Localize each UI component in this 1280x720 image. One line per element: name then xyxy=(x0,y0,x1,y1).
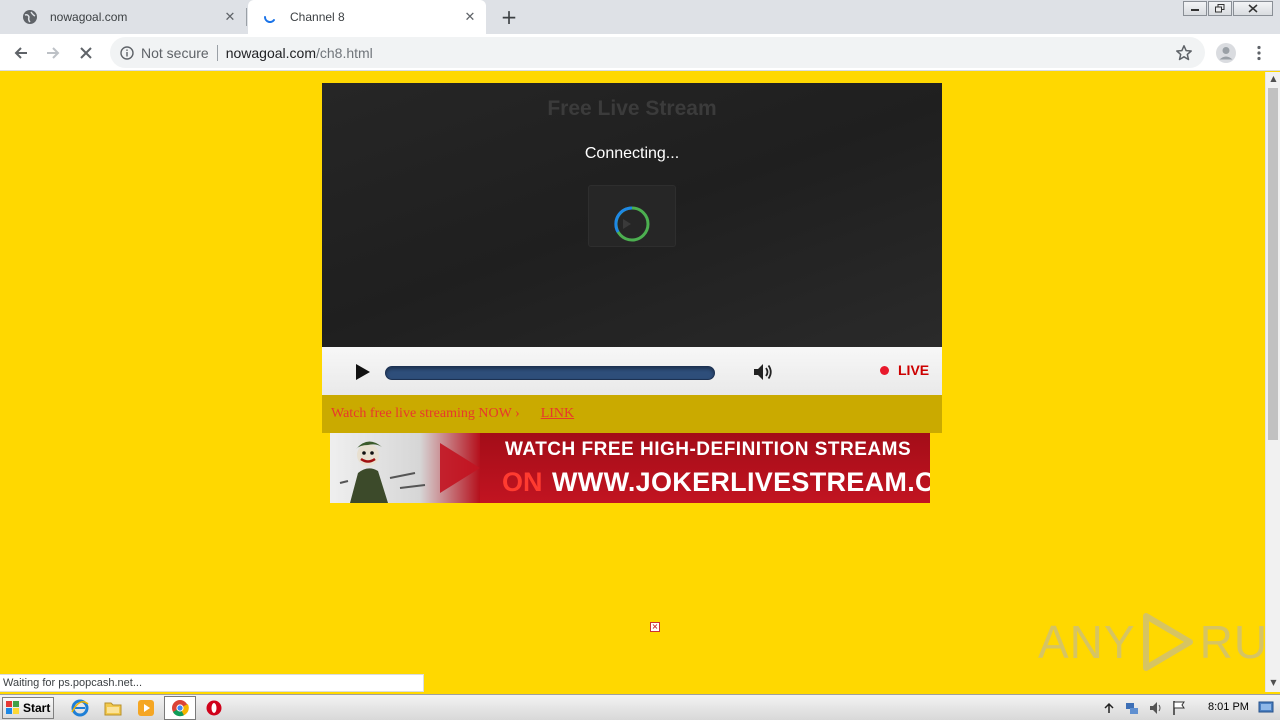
tab-separator xyxy=(246,8,247,26)
start-label: Start xyxy=(23,701,51,715)
page-content: Free Live Stream Connecting... LIVE Watc… xyxy=(0,72,1265,692)
player-title: Free Live Stream xyxy=(547,97,717,120)
stop-loading-button[interactable] xyxy=(73,40,99,66)
watermark-left: ANY xyxy=(1038,616,1136,668)
speaker-icon[interactable] xyxy=(1148,700,1164,716)
promo-bar: Watch free live streaming NOW › LINK xyxy=(322,395,942,433)
ad-banner[interactable]: WATCH FREE HIGH-DEFINITION STREAMS ON WW… xyxy=(330,433,930,503)
scroll-up-icon[interactable]: ▲ xyxy=(1269,75,1278,83)
loading-spinner-icon xyxy=(262,9,278,25)
minimize-icon xyxy=(1191,8,1199,11)
explorer-folder-icon[interactable] xyxy=(103,698,123,718)
url-path: /ch8.html xyxy=(315,44,373,61)
banner-on-text: ON xyxy=(502,467,543,497)
progress-bar[interactable] xyxy=(385,366,715,380)
broken-image-icon: × xyxy=(650,622,660,632)
tab-strip: nowagoal.com ✕ Channel 8 ✕ + xyxy=(0,0,1280,34)
windows-logo-icon xyxy=(6,701,19,714)
vertical-scrollbar[interactable]: ▲ ▼ xyxy=(1265,72,1280,692)
profile-avatar[interactable] xyxy=(1213,40,1239,66)
play-icon[interactable] xyxy=(354,363,372,381)
chrome-icon xyxy=(172,700,189,717)
close-window-button[interactable] xyxy=(1233,1,1273,16)
watermark-right: RUN xyxy=(1199,616,1265,668)
show-desktop-icon[interactable] xyxy=(1258,699,1274,715)
windows-taskbar: Start 8:01 PM xyxy=(0,694,1280,720)
network-icon[interactable] xyxy=(1124,700,1140,716)
anyrun-watermark: ANY RUN xyxy=(1038,610,1265,674)
back-button[interactable] xyxy=(8,40,34,66)
joker-figure-icon xyxy=(339,441,480,503)
tab-title: Channel 8 xyxy=(290,10,345,24)
tab-channel-8[interactable]: Channel 8 ✕ xyxy=(248,0,486,34)
banner-headline: WATCH FREE HIGH-DEFINITION STREAMS xyxy=(505,439,912,460)
live-label: LIVE xyxy=(898,362,930,378)
system-tray xyxy=(1104,697,1186,719)
video-player[interactable]: Free Live Stream Connecting... LIVE xyxy=(322,83,942,395)
avatar-icon xyxy=(1216,43,1236,63)
connection-status: Connecting... xyxy=(584,145,680,162)
show-hidden-icons-icon[interactable] xyxy=(1104,702,1114,714)
taskbar-clock[interactable]: 8:01 PM xyxy=(1208,701,1249,713)
close-icon[interactable]: ✕ xyxy=(222,9,238,25)
opera-icon[interactable] xyxy=(204,698,224,718)
close-icon xyxy=(1248,4,1258,13)
banner-url: WWW.JOKERLIVESTREAM.COM xyxy=(552,467,930,497)
address-divider xyxy=(216,44,218,61)
tab-title: nowagoal.com xyxy=(50,10,128,24)
volume-icon[interactable] xyxy=(752,362,774,382)
url-host: nowagoal.com xyxy=(225,44,316,61)
bookmark-star-icon[interactable] xyxy=(1175,44,1193,62)
security-label[interactable]: Not secure xyxy=(141,45,209,61)
status-bubble: Waiting for ps.popcash.net... xyxy=(0,674,424,692)
media-player-icon[interactable] xyxy=(136,698,156,718)
stream-link[interactable]: LINK xyxy=(541,406,574,422)
browser-toolbar: Not secure nowagoal.com/ch8.html xyxy=(0,34,1280,71)
close-icon[interactable]: ✕ xyxy=(462,9,478,25)
kebab-menu-icon xyxy=(1257,45,1261,61)
scrollbar-thumb[interactable] xyxy=(1268,88,1278,440)
restore-icon xyxy=(1215,4,1225,13)
forward-button[interactable] xyxy=(40,40,66,66)
start-button[interactable]: Start xyxy=(2,697,54,719)
restore-button[interactable] xyxy=(1208,1,1232,16)
loading-spinner-icon xyxy=(614,206,650,242)
promo-link[interactable]: Watch free live streaming NOW › xyxy=(331,406,520,422)
new-tab-button[interactable]: + xyxy=(498,5,520,29)
address-bar[interactable]: Not secure nowagoal.com/ch8.html xyxy=(110,37,1205,68)
scroll-down-icon[interactable]: ▼ xyxy=(1269,679,1278,687)
forward-arrow-icon xyxy=(47,47,60,59)
banner-artwork xyxy=(330,433,480,503)
globe-icon xyxy=(22,9,38,25)
play-triangle-icon xyxy=(1142,613,1193,671)
live-indicator-dot xyxy=(880,366,889,375)
ie-icon[interactable] xyxy=(70,698,90,718)
info-icon[interactable] xyxy=(119,45,135,61)
action-center-flag-icon[interactable] xyxy=(1172,700,1186,716)
menu-button[interactable] xyxy=(1246,40,1272,66)
player-controls: LIVE xyxy=(322,347,942,395)
big-play-button[interactable] xyxy=(588,185,676,247)
stop-icon xyxy=(80,47,92,59)
minimize-button[interactable] xyxy=(1183,1,1207,16)
back-arrow-icon xyxy=(14,47,27,59)
chrome-taskbar-button[interactable] xyxy=(164,696,196,720)
tab-nowagoal[interactable]: nowagoal.com ✕ xyxy=(8,0,246,34)
